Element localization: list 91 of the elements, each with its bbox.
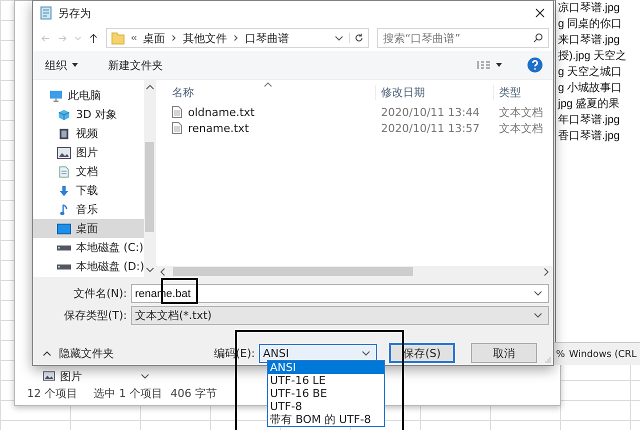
column-header[interactable]: 名称	[166, 84, 375, 100]
picture-icon	[57, 146, 71, 158]
modified-date: 2020/10/11 13:57	[380, 122, 481, 134]
address-bar[interactable]: 桌面 其他文件 口琴曲谱	[106, 28, 369, 48]
text-line: 来口琴谱.jpg	[558, 32, 621, 48]
scroll-down-icon[interactable]	[146, 267, 154, 273]
chevron-icon	[171, 35, 177, 41]
dropdown-option[interactable]: ANSI	[268, 361, 384, 374]
dropdown-option[interactable]: 带有 BOM 的 UTF-8	[268, 413, 384, 426]
desktop-icon	[57, 222, 71, 234]
sidebar-item[interactable]: 视频	[33, 124, 144, 143]
column-header[interactable]: 类型	[493, 84, 553, 100]
breadcrumb-item[interactable]: 口琴曲谱	[245, 30, 289, 46]
sidebar-item[interactable]: 图片	[33, 143, 144, 162]
text-file-icon	[172, 122, 182, 134]
dropdown-option[interactable]: UTF-16 LE	[268, 374, 384, 387]
status-text: %	[556, 348, 566, 360]
text-line: 年口琴谱.jpg	[558, 112, 621, 128]
chevron-icon	[233, 35, 239, 41]
hide-folders-toggle[interactable]: 隐藏文件夹	[43, 346, 114, 360]
caret-icon[interactable]	[335, 36, 343, 40]
breadcrumb-item[interactable]: 桌面	[143, 30, 165, 46]
status-text: 12 个项目	[27, 386, 78, 401]
sidebar-item[interactable]: 文档	[33, 162, 144, 181]
computer-icon	[49, 90, 63, 102]
caret-icon	[534, 313, 542, 318]
file-name[interactable]: rename.txt	[188, 122, 249, 134]
cube-icon	[57, 108, 71, 120]
field-label: 文件名(N):	[72, 286, 128, 301]
picture-icon	[43, 371, 55, 381]
scroll-up-icon[interactable]	[146, 84, 154, 90]
encoding-dropdown[interactable]: ANSI	[259, 344, 377, 362]
status-text: 选中 1 个项目	[94, 386, 162, 401]
file-type-dropdown[interactable]: 文本文档(*.txt)	[131, 306, 549, 325]
text-file-icon	[172, 106, 182, 118]
dropdown-arrow-icon[interactable]	[496, 63, 502, 67]
status-text: Windows (CRL	[569, 348, 637, 360]
text-line: jpg 盛夏的果	[558, 96, 621, 112]
help-icon[interactable]	[527, 57, 543, 73]
text-line: g 同桌的你口	[558, 16, 624, 32]
dropdown-arrow-icon[interactable]	[72, 63, 78, 67]
modified-date: 2020/10/11 13:44	[380, 106, 481, 118]
status-text: 406 字节	[170, 386, 217, 401]
text-line: 凉口琴谱.jpg	[558, 0, 621, 16]
file-name[interactable]: oldname.txt	[188, 106, 255, 118]
scrollbar[interactable]	[144, 80, 155, 277]
scroll-left-icon[interactable]	[160, 268, 165, 276]
film-icon	[57, 128, 71, 140]
scrollbar[interactable]	[156, 266, 553, 277]
field-label: 保存类型(T):	[62, 308, 128, 323]
file-type: 文本文档	[498, 120, 544, 136]
search-field[interactable]: 搜索“口琴曲谱”	[377, 28, 549, 48]
close-icon[interactable]	[535, 8, 545, 18]
sidebar-item[interactable]: 图片	[60, 368, 82, 384]
dropdown-option[interactable]: UTF-16 BE	[268, 387, 384, 400]
folder-icon	[111, 31, 125, 45]
sidebar-item[interactable]: 本地磁盘 (D:)	[33, 257, 144, 276]
sidebar-item[interactable]: 3D 对象	[33, 105, 144, 124]
refresh-icon[interactable]	[349, 33, 364, 43]
up-arrow-icon[interactable]	[89, 32, 98, 44]
caret-icon	[362, 350, 370, 356]
caret-icon	[43, 350, 51, 356]
resize-grip-icon[interactable]	[545, 357, 551, 363]
organize-menu[interactable]: 组织	[45, 58, 67, 72]
sidebar-item[interactable]: 下载	[33, 181, 144, 200]
search-icon	[533, 33, 543, 43]
double-chevron-icon	[131, 35, 137, 41]
save-button[interactable]: 保存(S)	[389, 343, 455, 363]
text-line: g 天空之城口	[558, 64, 624, 80]
sort-caret-icon	[264, 82, 272, 87]
breadcrumb-item[interactable]: 其他文件	[183, 30, 227, 46]
sidebar-item[interactable]: 此电脑	[33, 86, 144, 105]
window-title: 另存为	[58, 6, 92, 20]
sidebar-item[interactable]: 音乐	[33, 200, 144, 219]
sidebar-item[interactable]: 本地磁盘 (C:)	[33, 238, 144, 257]
down-arrow-icon	[57, 184, 71, 196]
text-line: g 小城故事口	[558, 81, 624, 96]
new-folder-button[interactable]: 新建文件夹	[108, 58, 163, 72]
notepad-icon	[39, 6, 53, 20]
cancel-button[interactable]: 取消	[471, 343, 537, 363]
view-list-icon[interactable]	[477, 60, 491, 70]
text-line: 授).jpg 天空之	[558, 48, 628, 64]
caret-icon	[141, 374, 149, 378]
column-header[interactable]: 修改日期	[375, 84, 493, 100]
caret-icon	[534, 291, 542, 296]
dropdown-option[interactable]: UTF-8	[268, 400, 384, 413]
text-line: 香口琴谱.jpg	[558, 128, 621, 144]
document-icon	[57, 166, 71, 178]
file-type: 文本文档	[498, 104, 544, 120]
scroll-right-icon[interactable]	[544, 268, 549, 276]
sidebar-item[interactable]: 桌面	[33, 219, 144, 238]
